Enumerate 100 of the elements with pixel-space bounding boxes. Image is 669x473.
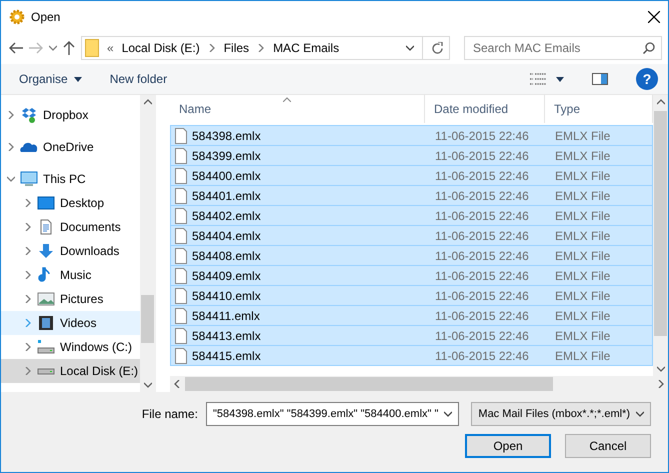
date-cell-text: 11-06-2015 22:46 — [434, 348, 530, 362]
type-cell-text: EMLX File — [554, 148, 612, 162]
nav-item[interactable]: This PC — [1, 167, 140, 191]
nav-item-label: Music — [60, 268, 92, 282]
gear-icon — [9, 8, 25, 24]
preview-pane-icon[interactable] — [592, 73, 608, 85]
file-row[interactable]: 584399.emlx 11-06-2015 22:46 EMLX File — [170, 145, 653, 166]
date-cell-text: 11-06-2015 22:46 — [434, 228, 530, 242]
expand-chevron-icon[interactable] — [24, 199, 32, 207]
type-cell-text: EMLX File — [554, 128, 612, 142]
file-name: 584408.emlx — [192, 248, 261, 262]
column-header[interactable]: Name — [170, 95, 425, 123]
open-button[interactable]: Open — [465, 434, 551, 458]
file-list-scrollbar[interactable] — [653, 95, 668, 376]
file-row[interactable]: 584415.emlx 11-06-2015 22:46 EMLX File — [170, 345, 653, 366]
dropbox-icon — [20, 107, 38, 123]
breadcrumb[interactable]: Local Disk (E:) — [122, 41, 200, 55]
file-name-field[interactable]: "584398.emlx" "584399.emlx" "584400.emlx" " — [206, 402, 460, 426]
scroll-down-icon[interactable] — [144, 381, 152, 389]
nav-item-label: Windows (C:) — [60, 340, 132, 354]
drive-icon — [37, 339, 55, 355]
scrollbar-thumb[interactable] — [185, 377, 553, 391]
file-name-label: File name: — [142, 407, 198, 421]
expand-chevron-icon[interactable] — [24, 271, 32, 279]
help-button[interactable]: ? — [636, 68, 658, 90]
file-row[interactable]: 584410.emlx 11-06-2015 22:46 EMLX File — [170, 285, 653, 306]
scrollbar-thumb[interactable] — [141, 295, 154, 343]
dropdown-chevron-icon[interactable] — [636, 410, 644, 418]
file-type-dropdown[interactable]: Mac Mail Files (mbox*.*;*.eml*) — [471, 402, 651, 426]
horizontal-scrollbar[interactable] — [170, 376, 668, 392]
file-icon — [175, 288, 187, 304]
back-arrow-icon[interactable] — [9, 42, 23, 54]
file-row[interactable]: 584404.emlx 11-06-2015 22:46 EMLX File — [170, 225, 653, 246]
nav-item[interactable]: Pictures — [1, 287, 140, 311]
expand-chevron-icon[interactable] — [24, 223, 32, 231]
type-cell-text: EMLX File — [554, 308, 612, 322]
dropdown-caret-icon[interactable] — [556, 76, 564, 82]
scrollbar-thumb[interactable] — [654, 111, 667, 336]
file-row[interactable]: 584398.emlx 11-06-2015 22:46 EMLX File — [170, 125, 653, 146]
expand-chevron-icon[interactable] — [7, 111, 15, 119]
file-row[interactable]: 584408.emlx 11-06-2015 22:46 EMLX File — [170, 245, 653, 266]
dropdown-chevron-icon[interactable] — [406, 44, 414, 52]
nav-item[interactable]: Downloads — [1, 239, 140, 263]
file-name: 584413.emlx — [192, 328, 261, 342]
separator-chevron-icon[interactable] — [208, 44, 216, 52]
nav-item[interactable]: Music — [1, 263, 140, 287]
collapse-chevron-icon[interactable] — [7, 175, 15, 183]
nav-item-label: This PC — [43, 172, 86, 186]
sidebar-scrollbar[interactable] — [140, 95, 155, 392]
file-row[interactable]: 584402.emlx 11-06-2015 22:46 EMLX File — [170, 205, 653, 226]
expand-chevron-icon[interactable] — [24, 367, 32, 375]
scroll-down-icon[interactable] — [656, 365, 664, 373]
nav-item[interactable]: Documents — [1, 215, 140, 239]
file-name: 584398.emlx — [192, 128, 261, 142]
file-name: 584415.emlx — [192, 348, 261, 362]
search-field[interactable]: Search MAC Emails — [464, 36, 662, 60]
recent-chevron-icon[interactable] — [49, 44, 57, 52]
expand-chevron-icon[interactable] — [7, 143, 15, 151]
nav-item-label: OneDrive — [43, 140, 94, 154]
scroll-right-icon[interactable] — [657, 380, 665, 388]
scroll-left-icon[interactable] — [173, 380, 181, 388]
file-name: 584402.emlx — [192, 208, 261, 222]
dropdown-chevron-icon[interactable] — [444, 410, 452, 418]
file-name: 584411.emlx — [192, 308, 260, 322]
file-row[interactable]: 584400.emlx 11-06-2015 22:46 EMLX File — [170, 165, 653, 186]
nav-item-label: Local Disk (E:) — [60, 364, 138, 378]
refresh-icon[interactable] — [431, 42, 444, 54]
nav-item[interactable]: Windows (C:) — [1, 335, 140, 359]
scroll-up-icon[interactable] — [656, 98, 664, 106]
address-bar[interactable]: « Local Disk (E:) Files MAC Emails — [81, 36, 450, 60]
date-cell-text: 11-06-2015 22:46 — [434, 328, 530, 342]
file-icon — [175, 208, 187, 224]
file-row[interactable]: 584411.emlx 11-06-2015 22:46 EMLX File — [170, 305, 653, 326]
breadcrumb[interactable]: Files — [224, 41, 250, 55]
expand-chevron-icon[interactable] — [24, 343, 32, 351]
nav-item[interactable]: Dropbox — [1, 103, 140, 127]
file-row[interactable]: 584413.emlx 11-06-2015 22:46 EMLX File — [170, 325, 653, 346]
separator-chevron-icon[interactable] — [257, 44, 266, 52]
breadcrumb[interactable]: MAC Emails — [273, 41, 340, 55]
nav-item[interactable]: Videos — [1, 311, 140, 335]
date-cell-text: 11-06-2015 22:46 — [434, 268, 530, 282]
new-folder-button[interactable]: New folder — [110, 70, 168, 88]
view-list-icon[interactable] — [530, 73, 546, 85]
column-header[interactable]: Date modified — [425, 95, 545, 123]
file-icon — [175, 328, 187, 344]
nav-item[interactable]: OneDrive — [1, 135, 140, 159]
up-arrow-icon[interactable] — [63, 41, 75, 55]
file-icon — [175, 188, 187, 204]
expand-chevron-icon[interactable] — [24, 295, 32, 303]
nav-item[interactable]: Local Disk (E:) — [1, 359, 140, 383]
breadcrumb-overflow[interactable]: « — [107, 41, 114, 55]
file-row[interactable]: 584401.emlx 11-06-2015 22:46 EMLX File — [170, 185, 653, 206]
close-icon[interactable] — [648, 10, 660, 22]
expand-chevron-icon[interactable] — [24, 247, 32, 255]
scroll-up-icon[interactable] — [144, 98, 152, 106]
cancel-button[interactable]: Cancel — [565, 434, 651, 458]
organise-menu-button[interactable]: Organise — [19, 70, 82, 88]
file-row[interactable]: 584409.emlx 11-06-2015 22:46 EMLX File — [170, 265, 653, 286]
nav-item[interactable]: Desktop — [1, 191, 140, 215]
expand-chevron-icon[interactable] — [24, 319, 32, 327]
